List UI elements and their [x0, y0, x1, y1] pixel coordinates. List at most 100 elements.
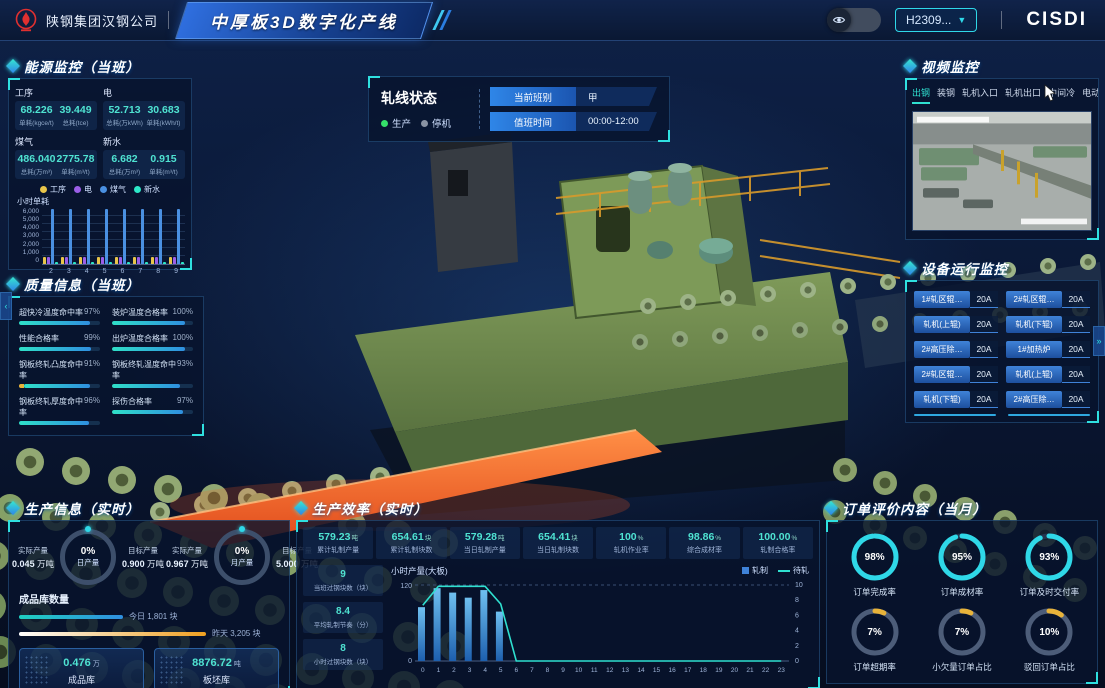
- video-tab-中间冷[interactable]: 中间冷: [1048, 86, 1075, 104]
- quality-collapse-tab[interactable]: ‹: [0, 292, 12, 320]
- stat-label: 综合成材率: [670, 545, 738, 555]
- stock-bars: 今日 1,801 块昨天 3,205 块: [9, 608, 289, 642]
- svg-text:7: 7: [530, 667, 534, 674]
- energy-panel-title: 能源监控（当班）: [24, 56, 140, 76]
- svg-text:3: 3: [468, 667, 472, 674]
- bar: [151, 257, 154, 264]
- video-tab-电动辊道[interactable]: 电动辊道: [1082, 86, 1098, 104]
- top-bar: 陕钢集团汉钢公司 中厚板3D数字化产线 H2309... ▼ CISDI: [0, 0, 1105, 41]
- production-gauges: 实际产量0.045 万吨0%日产量目标产量0.900 万吨实际产量0.967 万…: [9, 521, 289, 589]
- gauge-label: 月产量: [231, 557, 254, 568]
- stat-label: 轧机作业率: [597, 545, 665, 555]
- status-row-value: 00:00-12:00: [576, 112, 657, 131]
- energy-legend-item: 煤气: [100, 184, 126, 195]
- dashboard-root: 陕钢集团汉钢公司 中厚板3D数字化产线 H2309... ▼ CISDI: [0, 0, 1105, 688]
- equipment-name-chip[interactable]: 2#高压除…: [1006, 391, 1062, 408]
- energy-unit-label: 单耗(m³/t): [144, 166, 183, 176]
- order-ring: 10%驳回订单占比: [1008, 606, 1091, 673]
- company-name: 陕钢集团汉钢公司: [46, 11, 158, 30]
- equipment-name-chip[interactable]: 轧机(下辊): [1006, 316, 1062, 333]
- energy-unit-label: 单耗(kgce/t): [17, 117, 56, 127]
- visibility-toggle[interactable]: [827, 8, 881, 32]
- stat-value: 654.61块: [377, 531, 445, 543]
- equipment-value: 20A: [970, 366, 998, 383]
- gauge-left-value: 0.967 万吨: [165, 558, 209, 570]
- quality-label: 性能合格率: [19, 333, 59, 344]
- efficiency-mini-stat: 8小时过钢块数（块）: [303, 639, 383, 670]
- quality-item: 钢板终轧凸度命中率91%: [19, 359, 100, 388]
- gauge-left-value: 0.045 万吨: [11, 558, 55, 570]
- production-panel-title: 生产信息（实时）: [24, 498, 140, 518]
- quality-label: 探伤合格率: [112, 396, 152, 407]
- gauge-left-label: 实际产量: [11, 545, 55, 556]
- quality-percent: 97%: [177, 396, 193, 407]
- legend-dot-icon: [134, 186, 141, 193]
- quality-label: 钢板终轧温度命中率: [112, 359, 177, 381]
- stat-value: 579.28吨: [451, 531, 519, 543]
- bar: [163, 262, 166, 264]
- equipment-pair: 轧机(下辊)20A: [914, 391, 998, 408]
- diamond-icon: [824, 501, 838, 515]
- eye-icon: [827, 8, 851, 32]
- energy-group: 新水6.682总耗(万m³)0.915单耗(m³/t): [103, 134, 185, 179]
- equipment-scroll-indicator[interactable]: [906, 412, 1098, 422]
- banner-slashes-decor: [437, 10, 447, 30]
- svg-text:120: 120: [400, 583, 412, 590]
- video-tab-轧机出口[interactable]: 轧机出口: [1005, 86, 1041, 104]
- equipment-expand-tab[interactable]: »: [1093, 326, 1105, 356]
- equipment-value: 20A: [1062, 341, 1090, 358]
- svg-text:0: 0: [408, 658, 412, 665]
- equipment-name-chip[interactable]: 轧机(下辊): [914, 391, 970, 408]
- gauge-dot-icon: [85, 526, 91, 532]
- legend-dot-icon: [74, 186, 81, 193]
- ring-percent: 93%: [1023, 531, 1075, 583]
- quality-bar: [19, 347, 100, 351]
- equipment-name-chip[interactable]: 1#轧区辊…: [914, 291, 970, 308]
- bar: [51, 209, 54, 264]
- svg-text:2: 2: [795, 643, 799, 650]
- equipment-name-chip[interactable]: 1#加热炉: [1006, 341, 1062, 358]
- quality-item: 装炉温度合格率100%: [112, 307, 193, 325]
- equipment-name-chip[interactable]: 2#轧区辊…: [914, 366, 970, 383]
- video-tab-装钢[interactable]: 装钢: [937, 86, 955, 104]
- efficiency-panel: 生产效率（实时） 579.23吨累计轧制产量654.61块累计轧制块数579.2…: [296, 498, 820, 680]
- energy-chart-plot: 23456789: [42, 208, 185, 265]
- svg-text:8: 8: [795, 597, 799, 604]
- svg-text:2: 2: [452, 667, 456, 674]
- energy-group: 电52.713总耗(万kWh)30.683单耗(kWh/t): [103, 85, 185, 130]
- equipment-name-chip[interactable]: 轧机(上辊): [914, 316, 970, 333]
- equipment-pair: 轧机(下辊)20A: [1006, 316, 1090, 333]
- stat-label: 轧制合格率: [744, 545, 812, 555]
- line-select-dropdown[interactable]: H2309... ▼: [895, 8, 977, 32]
- equipment-pair: 2#轧区辊…20A: [1006, 291, 1090, 308]
- line-status-legend: 生产停机: [381, 116, 469, 130]
- stat-label: 累计轧制产量: [304, 545, 372, 555]
- svg-text:12: 12: [606, 667, 614, 674]
- svg-text:19: 19: [715, 667, 723, 674]
- status-dot-icon: [421, 120, 428, 127]
- video-tab-出钢[interactable]: 出钢: [912, 86, 930, 104]
- bar: [137, 257, 140, 264]
- quality-percent: 91%: [84, 359, 100, 381]
- equipment-name-chip[interactable]: 2#轧区辊…: [1006, 291, 1062, 308]
- bar: [65, 257, 68, 264]
- bar: [159, 209, 162, 264]
- energy-bar-group: 6: [115, 208, 130, 264]
- equipment-name-chip[interactable]: 轧机(上辊): [1006, 366, 1062, 383]
- equipment-value: 20A: [970, 316, 998, 333]
- equipment-name-chip[interactable]: 2#高压除…: [914, 341, 970, 358]
- cctv-video-feed[interactable]: [912, 111, 1092, 231]
- diamond-icon: [6, 501, 20, 515]
- ring-percent: 10%: [1023, 606, 1075, 658]
- energy-group-name: 电: [103, 86, 185, 99]
- quality-item: 钢板终轧温度命中率93%: [112, 359, 193, 388]
- diamond-icon: [903, 261, 917, 275]
- svg-text:15: 15: [653, 667, 661, 674]
- video-tab-轧机入口[interactable]: 轧机入口: [962, 86, 998, 104]
- energy-group-name: 工序: [15, 86, 97, 99]
- energy-chart: 6,0005,0004,0003,0002,0001,0000 23456789: [9, 207, 191, 267]
- stock-bar: [19, 615, 123, 619]
- svg-text:16: 16: [669, 667, 677, 674]
- energy-unit-label: 单耗(kWh/t): [144, 117, 183, 127]
- bar: [109, 262, 112, 264]
